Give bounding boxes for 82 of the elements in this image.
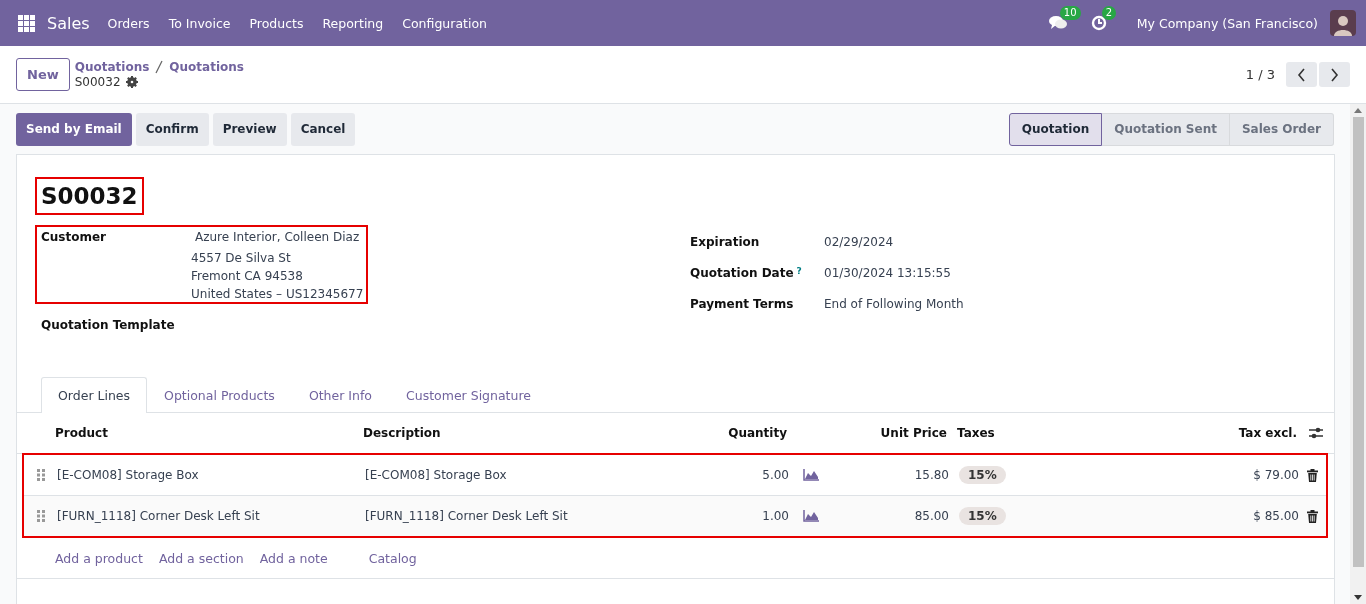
apps-grid-icon[interactable] (18, 14, 35, 32)
trash-icon[interactable] (1307, 509, 1318, 523)
menu-item[interactable]: Products (249, 15, 304, 31)
activity-count-badge: 2 (1101, 6, 1117, 20)
table-cell-text: $ 79.00 (1252, 468, 1299, 482)
status-stage[interactable]: Quotation Sent (1102, 112, 1230, 146)
record-name: S00032 (74, 75, 121, 89)
slash-icon (154, 60, 165, 74)
previous-button[interactable] (1286, 62, 1317, 87)
new-button[interactable]: New (16, 58, 70, 91)
avatar-icon (1330, 10, 1356, 36)
tab[interactable]: Optional Products (147, 377, 292, 413)
chevron-left-icon (1297, 67, 1306, 82)
table-cell-text: 15.80 (913, 468, 949, 482)
tax-tag: 15% (959, 466, 1006, 484)
column-header[interactable]: Unit Price (830, 426, 947, 440)
address-line: United States – US12345677 (191, 287, 364, 301)
field-label: Customer (41, 230, 108, 246)
table-cell-text: 1.00 (761, 509, 789, 523)
column-header[interactable]: Tax excl. (1100, 426, 1297, 440)
tax-tag: 15% (959, 507, 1006, 525)
breadcrumb-link[interactable]: Quotations (74, 60, 150, 74)
drag-handle-icon (36, 510, 45, 522)
action-button[interactable]: Confirm (135, 112, 209, 146)
tab[interactable]: Customer Signature (389, 377, 548, 413)
next-button[interactable] (1319, 62, 1350, 87)
address-line: Fremont CA 94538 (191, 269, 304, 283)
table-cell-text: [FURN_1118] Corner Desk Left Sit (57, 509, 261, 523)
table-cell-text: [FURN_1118] Corner Desk Left Sit (365, 509, 569, 523)
action-button[interactable]: Preview (212, 112, 287, 146)
company-switcher[interactable]: My Company (San Francisco) (1136, 15, 1318, 31)
message-count-badge: 10 (1059, 6, 1081, 20)
column-header[interactable]: Product (55, 426, 363, 440)
chat-bubbles-icon (1048, 15, 1067, 31)
menu-item[interactable]: Orders (107, 15, 150, 31)
action-button[interactable]: Send by Email (16, 112, 132, 146)
help-tooltip[interactable]: ? (796, 266, 802, 276)
field-label: Quotation Template (41, 318, 176, 332)
field-value: 01/30/2024 13:15:55 (824, 266, 951, 280)
breadcrumb-link[interactable]: Quotations (169, 60, 244, 74)
tab[interactable]: Order Lines (41, 377, 148, 413)
clock-icon (1090, 15, 1107, 31)
pager-value: 1 / 3 (1245, 67, 1275, 82)
gear-icon[interactable] (125, 76, 138, 88)
field-label: Quotation Date (690, 266, 794, 280)
table-cell-text: 85.00 (913, 509, 949, 523)
scrollbar[interactable] (1350, 104, 1366, 604)
scrollbar-thumb[interactable] (1352, 117, 1364, 567)
table-cell-text: 5.00 (761, 468, 789, 482)
add-line-link[interactable]: Add a section (158, 550, 244, 566)
record-title: S00032 (35, 177, 144, 215)
field-label: Payment Terms (690, 297, 794, 311)
action-button[interactable]: Cancel (290, 112, 356, 146)
catalog-link[interactable]: Catalog (368, 550, 417, 566)
scroll-up-arrow-icon (1354, 108, 1362, 113)
table-cell-text: [E-COM08] Storage Box (57, 468, 200, 482)
column-header[interactable]: Quantity (640, 426, 787, 440)
table-cell-text: $ 85.00 (1252, 509, 1299, 523)
menu-item[interactable]: To Invoice (168, 15, 231, 31)
table-cell-text: [E-COM08] Storage Box (365, 468, 508, 482)
drag-handle-icon (36, 469, 45, 481)
area-chart-icon[interactable] (802, 510, 819, 522)
add-line-link[interactable]: Add a note (259, 550, 328, 566)
scroll-down-arrow-icon (1354, 595, 1362, 600)
sliders-icon (1308, 427, 1323, 439)
field-value: 02/29/2024 (824, 235, 894, 249)
menu-item[interactable]: Reporting (322, 15, 384, 31)
app-name-link[interactable]: Sales (47, 13, 90, 33)
column-header[interactable]: Description (363, 426, 640, 440)
address-line: 4557 De Silva St (191, 251, 292, 265)
tab[interactable]: Other Info (291, 377, 389, 413)
area-chart-icon[interactable] (802, 469, 819, 481)
customer-link[interactable]: Azure Interior, Colleen Diaz (195, 230, 364, 244)
chevron-right-icon (1330, 67, 1339, 82)
field-label: Expiration (690, 235, 760, 249)
column-header[interactable]: Taxes (947, 426, 1100, 440)
status-stage[interactable]: Quotation (1008, 112, 1103, 146)
menu-item[interactable]: Configuration (402, 15, 487, 31)
field-value: End of Following Month (824, 297, 964, 311)
status-stage[interactable]: Sales Order (1229, 112, 1334, 146)
add-line-link[interactable]: Add a product (55, 550, 143, 566)
trash-icon[interactable] (1307, 468, 1318, 482)
